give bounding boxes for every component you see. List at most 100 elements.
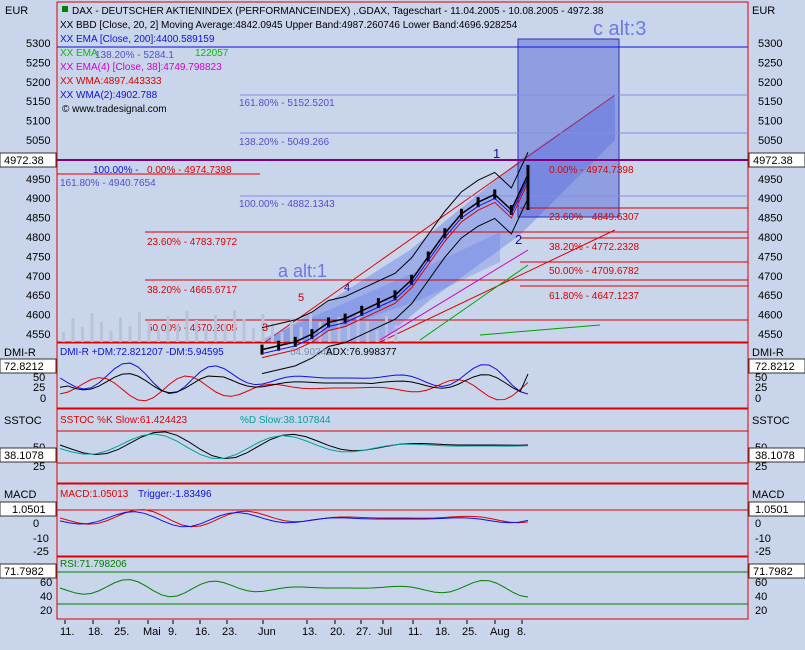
volume-bar xyxy=(233,310,236,342)
rsi-title: RSI:71.798206 xyxy=(60,559,127,570)
volume-bar xyxy=(109,331,113,342)
sstoc-axis-label-right: SSTOC xyxy=(752,415,790,427)
dmi-tick-0-right: 0 xyxy=(755,393,761,405)
macd-tick-m10-left: -10 xyxy=(33,533,49,545)
ema-overlap-val: 122057 xyxy=(195,48,229,59)
time-tick-label: 18. xyxy=(435,626,450,638)
title-marker-icon xyxy=(62,6,68,12)
price-tick-left: 4900 xyxy=(26,193,50,205)
fib-label-right-618: 61.80% - 4647.1237 xyxy=(549,291,640,302)
wma2-legend: WMA(2):4902.788 xyxy=(76,90,158,101)
macd-tick-m25-right: -25 xyxy=(755,546,771,558)
rsi-tick-60-left: 60 xyxy=(40,577,52,589)
volume-bar xyxy=(252,328,255,342)
left-unit-label: EUR xyxy=(5,5,28,17)
macd-tick-0-left: 0 xyxy=(33,518,39,530)
time-tick-label: 8. xyxy=(517,626,526,638)
price-tick-right: 4700 xyxy=(758,271,782,283)
fib-label-right-500: 50.00% - 4709.6782 xyxy=(549,266,640,277)
price-tick-right: 4800 xyxy=(758,232,782,244)
wave-c-target-box xyxy=(517,38,620,218)
wave-2-label: 2 xyxy=(515,232,522,247)
volume-bar xyxy=(147,321,151,342)
ema4-legend: EMA(4) [Close, 38]:4749.798823 xyxy=(76,62,222,73)
price-tick-right: 5250 xyxy=(758,57,782,69)
dmi-axis-label-right: DMI-R xyxy=(752,347,784,359)
rsi-tick-60-right: 60 xyxy=(755,577,767,589)
volume-bar xyxy=(195,320,198,342)
rsi-tick-20-right: 20 xyxy=(755,605,767,617)
price-tick-right: 4550 xyxy=(758,329,782,341)
wma-legend: WMA:4897.443333 xyxy=(76,76,162,87)
price-tick-right: 5200 xyxy=(758,77,782,89)
time-tick-label: Jul xyxy=(378,626,392,638)
macd-value-left: 1.0501 xyxy=(12,504,46,516)
volume-bar xyxy=(204,329,208,342)
chart-title: DAX - DEUTSCHER AKTIENINDEX (PERFORMANCE… xyxy=(72,6,604,17)
volume-bar xyxy=(138,312,141,342)
last-price-right: 4972.38 xyxy=(753,155,793,167)
wma-legend-xx: XX xyxy=(60,76,74,87)
fib-label-mid-138: 138.20% - 5049.266 xyxy=(239,137,330,148)
wave-3-label: 3 xyxy=(262,322,268,334)
sstoc-axis-label-left: SSTOC xyxy=(4,415,42,427)
fib-label-mid-100: 100.00% - 4882.1343 xyxy=(239,199,335,210)
macd-trigger: Trigger:-1.83496 xyxy=(138,489,212,500)
fib-label-right-236: 23.60% - 4849.6307 xyxy=(549,212,640,223)
price-tick-left: 4650 xyxy=(26,290,50,302)
time-tick-label: 9. xyxy=(168,626,177,638)
price-tick-right: 4900 xyxy=(758,193,782,205)
time-tick-label: Mai xyxy=(143,626,161,638)
price-tick-right: 4600 xyxy=(758,310,782,322)
fib-label-left-236: 23.60% - 4783.7972 xyxy=(147,237,238,248)
rsi-tick-40-right: 40 xyxy=(755,591,767,603)
volume-bar xyxy=(394,325,398,342)
price-tick-left: 5050 xyxy=(26,135,50,147)
price-tick-left: 5100 xyxy=(26,116,50,128)
rsi-tick-20-left: 20 xyxy=(40,605,52,617)
bbd-legend-xx: XX xyxy=(60,20,74,31)
price-tick-left: 4550 xyxy=(26,329,50,341)
price-tick-left: 4850 xyxy=(26,213,50,225)
time-tick-label: 18. xyxy=(88,626,103,638)
macd-tick-m10-right: -10 xyxy=(755,533,771,545)
fib-label-left-161: 161.80% - 4940.7654 xyxy=(60,178,156,189)
wave-c-label: c alt:3 xyxy=(593,18,646,40)
dmi-axis-label-left: DMI-R xyxy=(4,347,36,359)
volume-bar xyxy=(185,311,189,342)
sstoc-tick-25-left: 25 xyxy=(33,461,45,473)
rsi-tick-40-left: 40 xyxy=(40,591,52,603)
volume-bar xyxy=(176,325,179,342)
time-tick-label: 23. xyxy=(222,626,237,638)
ema-green-legend-xx: XX xyxy=(60,48,74,59)
chart-canvas[interactable]: EUR EUR 5300 53005250 52505200 52005150 5150… xyxy=(0,0,805,645)
price-tick-right: 5300 xyxy=(758,38,782,50)
price-tick-left: 5200 xyxy=(26,77,50,89)
time-tick-label: 11. xyxy=(408,626,422,638)
volume-bar xyxy=(119,317,122,342)
rsi-value-left: 71.7982 xyxy=(4,566,44,578)
last-price-left: 4972.38 xyxy=(4,155,44,167)
volume-bar xyxy=(166,316,170,342)
volume-bar xyxy=(128,326,132,342)
fib-label-left-0: 0.00% - 4974.7398 xyxy=(147,165,232,176)
ema4-legend-xx: XX xyxy=(60,62,74,73)
sstoc-d: %D Slow:38.107844 xyxy=(240,415,331,426)
fib-label-mid-161: 161.80% - 5152.5201 xyxy=(239,98,335,109)
price-tick-right: 4750 xyxy=(758,251,782,263)
fib-label-left-382: 38.20% - 4665.6717 xyxy=(147,285,238,296)
time-tick-label: 13. xyxy=(302,626,317,638)
price-tick-right: 5050 xyxy=(758,135,782,147)
ema200-legend: EMA [Close, 200]:4400.589159 xyxy=(76,34,215,45)
volume-bar xyxy=(62,332,65,342)
macd-tick-m25-left: -25 xyxy=(33,546,49,558)
price-tick-right: 5100 xyxy=(758,116,782,128)
wave-5-label: 5 xyxy=(298,292,304,304)
volume-bar xyxy=(385,316,388,342)
time-tick-label: 25. xyxy=(462,626,477,638)
price-tick-right: 4950 xyxy=(758,174,782,186)
time-tick-label: 27. xyxy=(356,626,371,638)
macd-tick-0-right: 0 xyxy=(755,518,761,530)
price-tick-left: 4600 xyxy=(26,310,50,322)
macd-axis-label-left: MACD xyxy=(4,489,36,501)
